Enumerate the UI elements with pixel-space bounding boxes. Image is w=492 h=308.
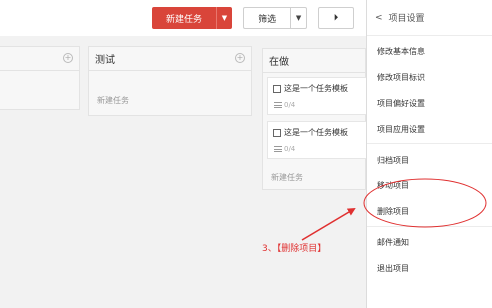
chevron-left-icon[interactable]: < xyxy=(375,13,383,23)
menu-item-archive[interactable]: 归档项目 xyxy=(377,155,409,166)
panel-title: 项目设置 xyxy=(388,14,425,24)
subtask-count: 0/4 xyxy=(284,101,296,109)
menu-divider xyxy=(367,143,492,144)
add-icon[interactable]: + xyxy=(63,53,73,63)
task-checkbox[interactable] xyxy=(273,84,281,93)
caret-down-icon[interactable]: ▼ xyxy=(291,14,306,22)
task-title: 这是一个任务模板 xyxy=(284,84,348,93)
menu-item-delete[interactable]: 删除项目 xyxy=(377,206,409,217)
task-title-row: 这是一个任务模板 xyxy=(273,127,348,138)
stage-title: 测试 xyxy=(95,55,115,66)
filter-label: 筛选 xyxy=(258,14,277,25)
stage-header: 测试 + xyxy=(89,47,251,71)
annotation-label: 3、【删除项目】 xyxy=(262,244,327,254)
menu-item-edit-identifier[interactable]: 修改项目标识 xyxy=(377,72,425,83)
task-checkbox[interactable] xyxy=(273,128,281,137)
menu-item-move[interactable]: 移动项目 xyxy=(377,180,409,191)
new-task-button[interactable]: 新建任务 ▼ xyxy=(152,7,232,29)
subtask-count: 0/4 xyxy=(284,145,296,153)
stage-column: + xyxy=(0,46,80,110)
list-icon xyxy=(274,146,282,152)
menu-item-edit-info[interactable]: 修改基本信息 xyxy=(377,46,425,57)
caret-down-icon[interactable]: ▼ xyxy=(217,14,232,22)
menu-item-email-notify[interactable]: 邮件通知 xyxy=(377,237,409,248)
menu-item-leave[interactable]: 退出项目 xyxy=(377,263,409,274)
stage-column: 在做 这是一个任务模板 0/4 这是一个任务模板 0/4 新建任务 xyxy=(262,48,367,190)
task-card[interactable]: 这是一个任务模板 0/4 xyxy=(267,121,367,159)
stage-header: + xyxy=(0,47,79,71)
new-task-link[interactable]: 新建任务 xyxy=(97,95,129,106)
menu-item-app-settings[interactable]: 项目应用设置 xyxy=(377,124,425,135)
top-toolbar: 新建任务 ▼ 筛选 ▼ ⏵ xyxy=(0,0,366,36)
menu-divider xyxy=(367,226,492,227)
stage-column: 测试 + 新建任务 xyxy=(88,46,252,116)
collapse-icon: ⏵ xyxy=(333,13,339,23)
list-icon xyxy=(274,102,282,108)
task-title-row: 这是一个任务模板 xyxy=(273,83,348,94)
kanban-board: + 测试 + 新建任务 在做 这是一个任务模板 0/4 这是一个任务模板 0/4… xyxy=(0,36,367,308)
panel-header[interactable]: < 项目设置 xyxy=(367,0,492,36)
stage-header: 在做 xyxy=(263,49,365,73)
filter-button[interactable]: 筛选 ▼ xyxy=(243,7,307,29)
new-task-label: 新建任务 xyxy=(165,14,202,25)
project-settings-panel: < 项目设置 修改基本信息 修改项目标识 项目偏好设置 项目应用设置 归档项目 … xyxy=(366,0,492,308)
subtask-progress: 0/4 xyxy=(274,101,295,109)
add-icon[interactable]: + xyxy=(235,53,245,63)
subtask-progress: 0/4 xyxy=(274,145,295,153)
task-card[interactable]: 这是一个任务模板 0/4 xyxy=(267,77,367,115)
menu-item-preferences[interactable]: 项目偏好设置 xyxy=(377,98,425,109)
collapse-panel-button[interactable]: ⏵ xyxy=(318,7,354,29)
new-task-link[interactable]: 新建任务 xyxy=(271,172,303,183)
stage-title: 在做 xyxy=(269,57,289,68)
task-title: 这是一个任务模板 xyxy=(284,128,348,137)
